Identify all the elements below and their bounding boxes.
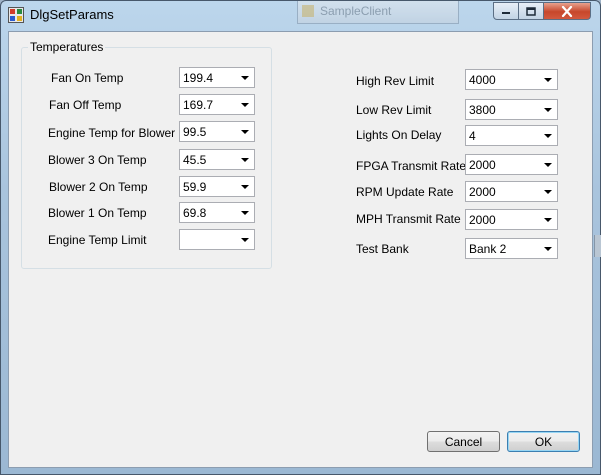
groupbox-title: Temperatures [28,40,106,54]
dropdown-arrow-icon[interactable] [544,247,552,251]
close-button[interactable] [544,2,591,20]
engine-temp-limit-combo[interactable] [179,229,255,250]
dropdown-arrow-icon[interactable] [544,218,552,222]
test-bank-combo[interactable]: Bank 2 [465,238,558,259]
fan-on-temp-label: Fan On Temp [51,71,124,85]
blower-3-on-temp-label: Blower 3 On Temp [48,153,147,167]
combo-value: 59.9 [183,180,207,194]
combo-value: 2000 [469,185,496,199]
minimize-button[interactable] [493,2,519,20]
low-rev-limit-combo[interactable]: 3800 [465,99,558,120]
high-rev-limit-label: High Rev Limit [356,74,435,88]
fan-off-temp-combo[interactable]: 169.7 [179,94,255,115]
low-rev-limit-label: Low Rev Limit [356,103,432,117]
title-bar[interactable]: DlgSetParams SampleClient [1,1,600,31]
dropdown-arrow-icon[interactable] [544,163,552,167]
cancel-button[interactable]: Cancel [427,431,500,452]
window-title: DlgSetParams [30,7,114,22]
dropdown-arrow-icon[interactable] [241,185,249,189]
app-icon [8,7,24,23]
combo-value: 199.4 [183,71,214,85]
blower-2-on-temp-combo[interactable]: 59.9 [179,176,255,197]
mph-transmit-rate-label: MPH Transmit Rate [356,212,461,226]
dropdown-arrow-icon[interactable] [544,78,552,82]
lights-on-delay-combo[interactable]: 4 [465,125,558,146]
fan-on-temp-combo[interactable]: 199.4 [179,67,255,88]
blower-2-on-temp-label: Blower 2 On Temp [49,180,148,194]
engine-temp-for-blower-combo[interactable]: 99.5 [179,121,255,142]
blower-1-on-temp-label: Blower 1 On Temp [48,206,147,220]
high-rev-limit-combo[interactable]: 4000 [465,69,558,90]
ok-button-label: OK [534,434,553,449]
dropdown-arrow-icon[interactable] [544,108,552,112]
combo-value: Bank 2 [469,242,507,256]
dropdown-arrow-icon[interactable] [241,130,249,134]
dropdown-arrow-icon[interactable] [241,211,249,215]
dropdown-arrow-icon[interactable] [544,190,552,194]
mph-transmit-rate-combo[interactable]: 2000 [465,209,558,230]
dialog-window: DlgSetParams SampleClient Temperatures F… [0,0,601,475]
maximize-icon [526,6,536,16]
cancel-button-label: Cancel [444,434,483,449]
rpm-update-rate-combo[interactable]: 2000 [465,181,558,202]
dropdown-arrow-icon[interactable] [241,103,249,107]
dropdown-arrow-icon[interactable] [241,238,249,242]
rpm-update-rate-label: RPM Update Rate [356,185,454,199]
test-bank-label: Test Bank [356,242,409,256]
combo-value: 4 [469,129,476,143]
combo-value: 2000 [469,158,496,172]
background-app-icon [302,5,314,17]
engine-temp-limit-label: Engine Temp Limit [48,233,147,247]
combo-value: 4000 [469,73,496,87]
ok-button[interactable]: OK [507,431,580,452]
engine-temp-for-blower-label: Engine Temp for Blower [48,126,176,140]
combo-value: 69.8 [183,206,207,220]
blower-3-on-temp-combo[interactable]: 45.5 [179,149,255,170]
background-window-title: SampleClient [320,4,392,18]
dropdown-arrow-icon[interactable] [241,76,249,80]
combo-value: 169.7 [183,98,214,112]
dialog-client-area: Temperatures Fan On Temp 199.4 Fan Off T… [8,31,593,468]
maximize-button[interactable] [519,2,544,20]
combo-value: 2000 [469,213,496,227]
combo-value: 3800 [469,103,496,117]
fpga-transmit-rate-label: FPGA Transmit Rate [356,159,467,173]
fpga-transmit-rate-combo[interactable]: 2000 [465,154,558,175]
close-icon [561,5,573,17]
blower-1-on-temp-combo[interactable]: 69.8 [179,202,255,223]
dropdown-arrow-icon[interactable] [544,134,552,138]
background-window-tab: SampleClient [297,1,459,24]
minimize-icon [502,12,510,14]
combo-value: 99.5 [183,125,207,139]
background-scrollbar-edge [594,235,601,257]
combo-value: 45.5 [183,153,207,167]
fan-off-temp-label: Fan Off Temp [49,98,122,112]
dropdown-arrow-icon[interactable] [241,158,249,162]
lights-on-delay-label: Lights On Delay [356,128,442,142]
